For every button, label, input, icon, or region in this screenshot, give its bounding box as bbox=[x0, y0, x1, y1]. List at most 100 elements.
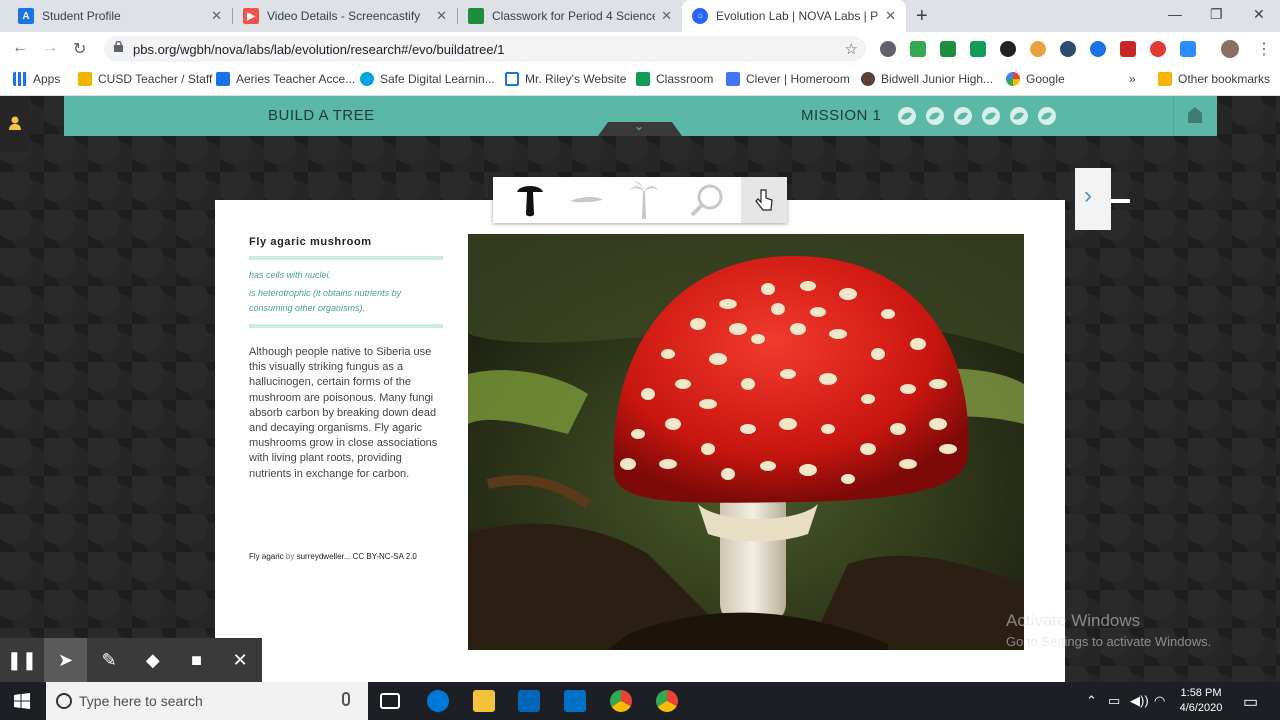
activate-windows-subtitle: Go to Settings to activate Windows. bbox=[1006, 634, 1212, 649]
extension-speaker-icon[interactable] bbox=[1000, 41, 1016, 57]
bookmark-star-icon[interactable]: ☆ bbox=[845, 40, 858, 58]
specimen-mushroom[interactable] bbox=[501, 177, 559, 223]
bookmark-classroom[interactable]: Classroom bbox=[636, 72, 713, 86]
notification-icon[interactable]: ▭ bbox=[1243, 692, 1258, 712]
extension-zoom-icon[interactable] bbox=[1180, 41, 1196, 57]
bookmark-mr-riley[interactable]: Mr. Riley's Website bbox=[505, 72, 626, 86]
outlook-icon[interactable] bbox=[564, 690, 586, 712]
mission-leaf-icon bbox=[898, 107, 916, 125]
bookmark-clever[interactable]: Clever | Homeroom bbox=[726, 72, 850, 86]
extension-arrow-icon[interactable] bbox=[910, 41, 926, 57]
microphone-icon[interactable] bbox=[342, 692, 350, 706]
pen-tool-button[interactable]: ✎ bbox=[87, 638, 131, 682]
divider bbox=[249, 256, 443, 260]
credit-title[interactable]: Fly agaric bbox=[249, 552, 284, 561]
tray-chevron-icon[interactable]: ⌃ bbox=[1086, 693, 1097, 709]
bookmark-cusd[interactable]: CUSD Teacher / Staff bbox=[78, 72, 212, 86]
bookmark-label: Bidwell Junior High... bbox=[881, 72, 994, 86]
address-bar[interactable]: pbs.org/wgbh/nova/labs/lab/evolution/res… bbox=[104, 36, 866, 62]
extension-cookie-icon[interactable] bbox=[1030, 41, 1046, 57]
task-view-icon[interactable] bbox=[380, 693, 400, 709]
bookmark-label: Clever | Homeroom bbox=[746, 72, 850, 86]
cursor-tool-button[interactable]: ➤ bbox=[43, 638, 88, 682]
close-window-icon[interactable]: ✕ bbox=[1253, 6, 1265, 23]
activate-windows-title: Activate Windows bbox=[1006, 611, 1141, 630]
extension-sheet-icon[interactable] bbox=[940, 41, 956, 57]
specimen-search[interactable] bbox=[679, 177, 737, 223]
browser-toolbar: ← → ↻ pbs.org/wgbh/nova/labs/lab/evoluti… bbox=[0, 32, 1280, 66]
eraser-tool-button[interactable]: ◆ bbox=[131, 638, 175, 682]
specimen-more[interactable] bbox=[741, 177, 787, 223]
menu-kebab-icon[interactable]: ⋮ bbox=[1256, 39, 1272, 59]
pause-recording-button[interactable]: ❚❚ bbox=[0, 638, 44, 682]
extension-classroom-icon[interactable] bbox=[970, 41, 986, 57]
mushroom-icon bbox=[517, 186, 543, 217]
edge-icon[interactable] bbox=[427, 690, 449, 712]
close-toolbar-button[interactable]: ✕ bbox=[218, 638, 262, 682]
bookmark-bidwell[interactable]: Bidwell Junior High... bbox=[861, 72, 993, 86]
file-explorer-icon[interactable] bbox=[473, 690, 495, 712]
extension-search-icon[interactable] bbox=[1090, 41, 1106, 57]
extension-screencastify-icon[interactable] bbox=[1150, 41, 1166, 57]
bookmark-google[interactable]: Google bbox=[1006, 72, 1065, 86]
folder-icon bbox=[1158, 72, 1172, 86]
trait-item: is heterotrophic (it obtains nutrients b… bbox=[249, 288, 402, 313]
close-tab-icon[interactable]: ✕ bbox=[211, 8, 222, 24]
hand-cursor-icon bbox=[755, 189, 773, 211]
close-tab-icon[interactable]: ✕ bbox=[436, 8, 447, 24]
windows-start-icon[interactable] bbox=[14, 693, 30, 709]
next-specimen-button[interactable]: › bbox=[1075, 168, 1111, 230]
tab-classwork[interactable]: Classwork for Period 4 Science 7 ✕ bbox=[458, 0, 682, 32]
section-title: BUILD A TREE bbox=[268, 107, 375, 124]
bookmark-aeries[interactable]: Aeries Teacher Acce... bbox=[216, 72, 355, 86]
bookmark-label: CUSD Teacher / Staff bbox=[98, 72, 213, 86]
cursor-icon: ➤ bbox=[57, 649, 74, 670]
webcam-toggle-button[interactable]: ■ bbox=[175, 638, 219, 682]
extension-video-icon[interactable] bbox=[1120, 41, 1136, 57]
forward-icon[interactable]: → bbox=[42, 39, 58, 57]
credit-license[interactable]: CC BY-NC-SA 2.0 bbox=[353, 552, 417, 561]
aeries-icon: A bbox=[18, 8, 34, 24]
bookmarks-overflow-button[interactable]: » bbox=[1129, 72, 1136, 86]
reload-icon[interactable]: ↻ bbox=[73, 39, 86, 59]
other-bookmarks[interactable]: Other bookmarks bbox=[1158, 72, 1270, 86]
mission-leaf-icon bbox=[926, 107, 944, 125]
specimen-title: Fly agaric mushroom bbox=[249, 236, 372, 248]
close-tab-icon[interactable]: ✕ bbox=[661, 8, 672, 24]
bookmark-apps[interactable]: Apps bbox=[13, 72, 60, 86]
power-icon[interactable]: ▭ bbox=[1108, 693, 1120, 709]
collapse-header-tab[interactable]: ⌄ bbox=[598, 122, 682, 136]
profile-avatar[interactable] bbox=[1221, 40, 1239, 58]
tab-evolution-lab[interactable]: ○ Evolution Lab | NOVA Labs | PBS ✕ bbox=[682, 0, 906, 32]
specimen-palm[interactable] bbox=[615, 177, 673, 223]
clock-date: 4/6/2020 bbox=[1179, 702, 1223, 714]
chrome-icon[interactable] bbox=[656, 690, 678, 712]
wifi-icon[interactable]: ◠ bbox=[1154, 693, 1165, 709]
screencastify-icon: ▶ bbox=[243, 8, 259, 24]
extension-globe-icon[interactable] bbox=[880, 41, 896, 57]
clock-time: 1:58 PM bbox=[1180, 687, 1222, 699]
bookmark-safe-digital[interactable]: Safe Digital Learnin... bbox=[360, 72, 495, 86]
user-panel-toggle[interactable] bbox=[0, 96, 30, 152]
credit-by: by bbox=[285, 552, 295, 561]
taskbar-clock[interactable]: 1:58 PM 4/6/2020 bbox=[1172, 686, 1230, 716]
bookmark-label: Other bookmarks bbox=[1178, 72, 1271, 86]
tab-video-details[interactable]: ▶ Video Details - Screencastify ✕ bbox=[233, 0, 457, 32]
tab-student-profile[interactable]: A Student Profile ✕ bbox=[8, 0, 232, 32]
extension-earth-icon[interactable] bbox=[1060, 41, 1076, 57]
credit-author[interactable]: surreydweller... bbox=[297, 552, 351, 561]
home-button[interactable] bbox=[1173, 96, 1217, 136]
back-icon[interactable]: ← bbox=[12, 39, 28, 57]
mission-leaf-icon bbox=[954, 107, 972, 125]
restore-icon[interactable]: ❐ bbox=[1210, 6, 1223, 23]
new-tab-button[interactable]: + bbox=[916, 5, 928, 28]
home-icon bbox=[1188, 107, 1202, 123]
chrome-icon[interactable] bbox=[610, 690, 632, 712]
minimize-icon[interactable]: — bbox=[1168, 6, 1182, 22]
specimen-lizard[interactable] bbox=[557, 177, 615, 223]
google-icon bbox=[1006, 72, 1020, 86]
close-tab-icon[interactable]: ✕ bbox=[885, 8, 896, 24]
taskbar-search[interactable]: Type here to search bbox=[46, 682, 368, 720]
volume-icon[interactable]: ◀)) bbox=[1130, 693, 1149, 709]
store-icon[interactable] bbox=[518, 690, 540, 712]
